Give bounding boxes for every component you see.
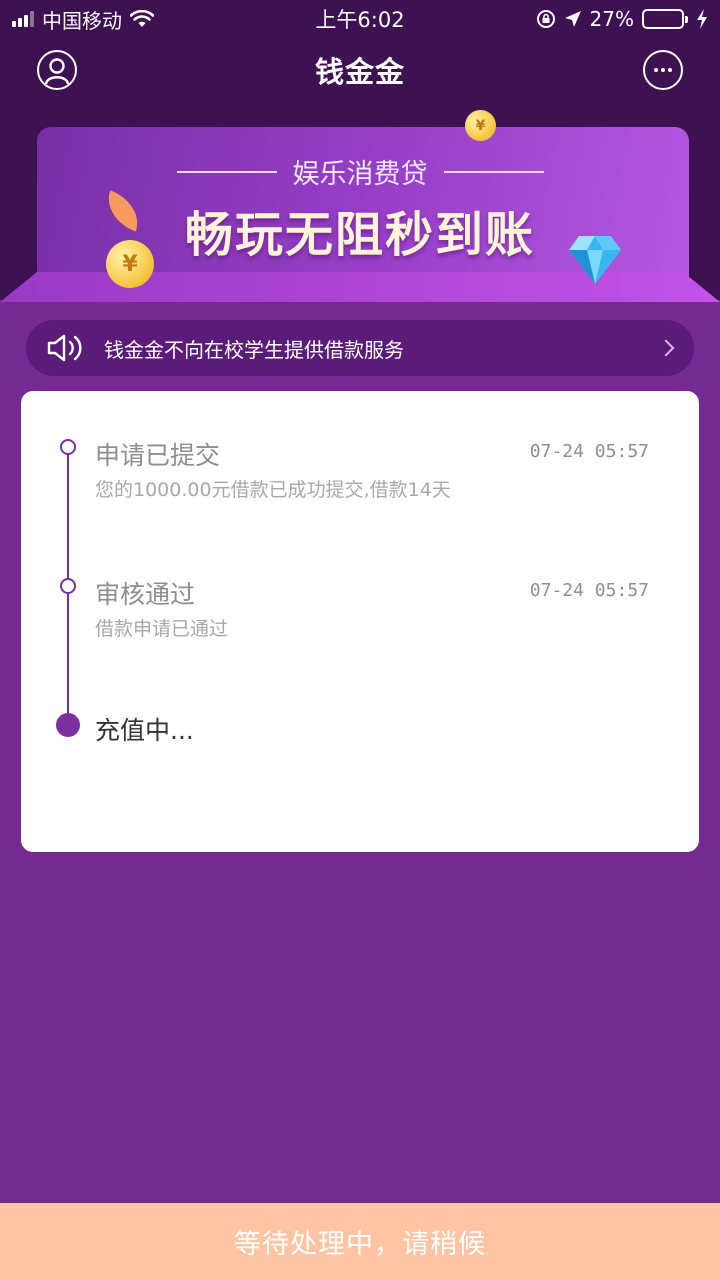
- timeline-dot: [60, 439, 76, 455]
- chat-bubble-icon: [654, 68, 672, 72]
- timeline-dot: [60, 578, 76, 594]
- banner-subtitle-row: 娱乐消费贷: [0, 152, 720, 191]
- charging-icon: [697, 9, 707, 29]
- profile-button[interactable]: [37, 50, 77, 90]
- coin-icon: ¥: [106, 240, 154, 288]
- signal-icon: [12, 11, 34, 27]
- status-bar: 中国移动 上午6:02 27%: [0, 0, 720, 38]
- banner-subtitle: 娱乐消费贷: [292, 159, 428, 190]
- loan-progress-card: 申请已提交 07-24 05:57 您的1000.00元借款已成功提交,借款14…: [21, 391, 699, 852]
- speaker-icon: [47, 334, 82, 362]
- timeline-step-time: 07-24 05:57: [529, 580, 649, 601]
- status-left: 中国移动: [12, 5, 154, 34]
- divider: [176, 170, 277, 173]
- message-button[interactable]: [643, 50, 683, 90]
- status-right: 27%: [536, 7, 708, 31]
- timeline-step-title: 申请已提交: [95, 441, 221, 470]
- timeline-dot-active: [56, 713, 80, 737]
- carrier-label: 中国移动: [42, 8, 122, 33]
- timeline-step-title: 审核通过: [95, 580, 196, 609]
- waiting-status-button[interactable]: 等待处理中，请稍候: [0, 1203, 720, 1280]
- page-title: 钱金金: [314, 55, 405, 89]
- battery-percent: 27%: [589, 7, 634, 31]
- coin-icon: ¥: [465, 110, 496, 141]
- divider: [443, 170, 544, 173]
- location-icon: [564, 11, 581, 27]
- timeline-step-desc: 借款申请已通过: [95, 618, 229, 640]
- timeline-step-time: 07-24 05:57: [529, 441, 649, 462]
- notice-text: 钱金金不向在校学生提供借款服务: [104, 337, 404, 362]
- user-icon: [44, 58, 70, 85]
- timeline-step-title: 充值中...: [95, 716, 194, 745]
- rotation-lock-icon: [536, 10, 555, 28]
- diamond-icon: [569, 236, 621, 284]
- wifi-icon: [130, 10, 154, 27]
- nav-bar: 钱金金: [0, 40, 720, 100]
- notice-bar[interactable]: 钱金金不向在校学生提供借款服务: [26, 320, 694, 376]
- timeline-step-desc: 您的1000.00元借款已成功提交,借款14天: [95, 479, 451, 501]
- battery-icon: [642, 9, 688, 29]
- chevron-right-icon: [657, 339, 675, 357]
